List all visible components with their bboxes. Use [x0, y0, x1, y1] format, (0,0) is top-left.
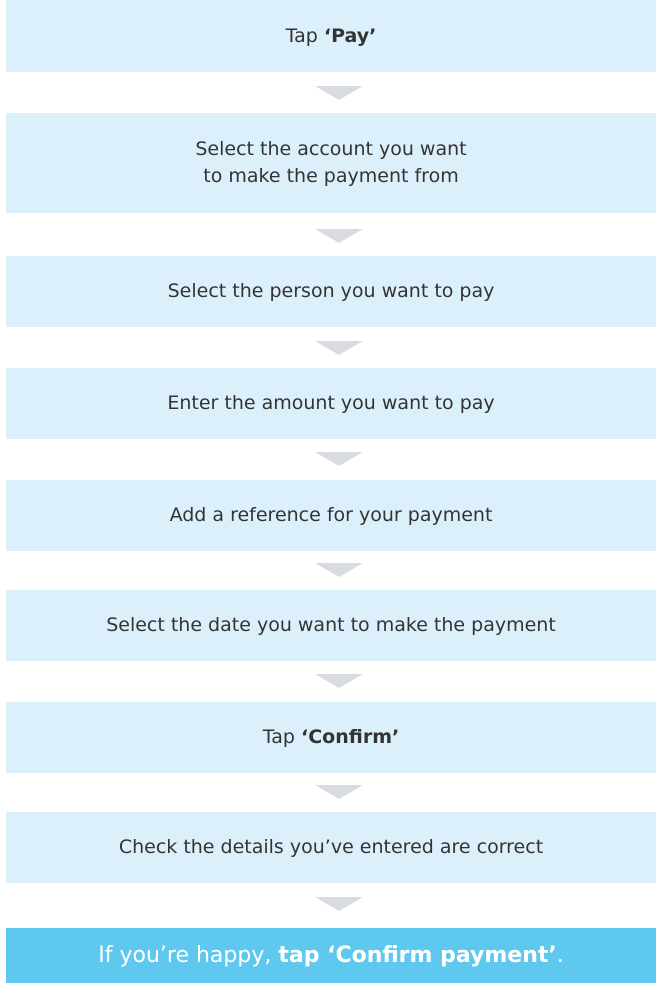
down-arrow-icon — [315, 674, 363, 688]
step-check-details: Check the details you’ve entered are cor… — [6, 812, 656, 883]
step-select-person: Select the person you want to pay — [6, 256, 656, 327]
payment-flow-diagram: Tap ‘Pay’ Select the account you want to… — [0, 0, 662, 983]
step-text: Select the date you want to make the pay… — [106, 614, 556, 636]
step-add-reference: Add a reference for your payment — [6, 480, 656, 551]
step-text: Add a reference for your payment — [169, 504, 493, 526]
step-text: Enter the amount you want to pay — [167, 392, 495, 414]
step-tap-confirm: Tap ‘Confirm’ — [6, 702, 656, 773]
down-arrow-icon — [315, 563, 363, 577]
down-arrow-icon — [315, 341, 363, 355]
step-emphasis: ‘Pay’ — [323, 24, 377, 47]
step-select-date: Select the date you want to make the pay… — [6, 590, 656, 661]
step-text: Tap ‘Confirm’ — [262, 726, 400, 748]
step-text: Select the person you want to pay — [167, 280, 495, 302]
step-enter-amount: Enter the amount you want to pay — [6, 368, 656, 439]
step-select-account: Select the account you want to make the … — [6, 113, 656, 213]
step-text: Check the details you’ve entered are cor… — [118, 836, 544, 858]
down-arrow-icon — [315, 452, 363, 466]
final-emphasis: tap ‘Confirm payment’ — [278, 943, 557, 968]
step-emphasis: ‘Confirm’ — [301, 726, 400, 748]
down-arrow-icon — [315, 785, 363, 799]
down-arrow-icon — [315, 86, 363, 100]
final-step-confirm-payment: If you’re happy, tap ‘Confirm payment’. — [6, 928, 656, 983]
down-arrow-icon — [315, 897, 363, 911]
step-text: Tap ‘Pay’ — [285, 24, 377, 47]
final-text: If you’re happy, tap ‘Confirm payment’. — [98, 943, 564, 968]
down-arrow-icon — [315, 229, 363, 243]
step-tap-pay: Tap ‘Pay’ — [6, 0, 656, 72]
step-text: Select the account you want to make the … — [195, 138, 467, 187]
